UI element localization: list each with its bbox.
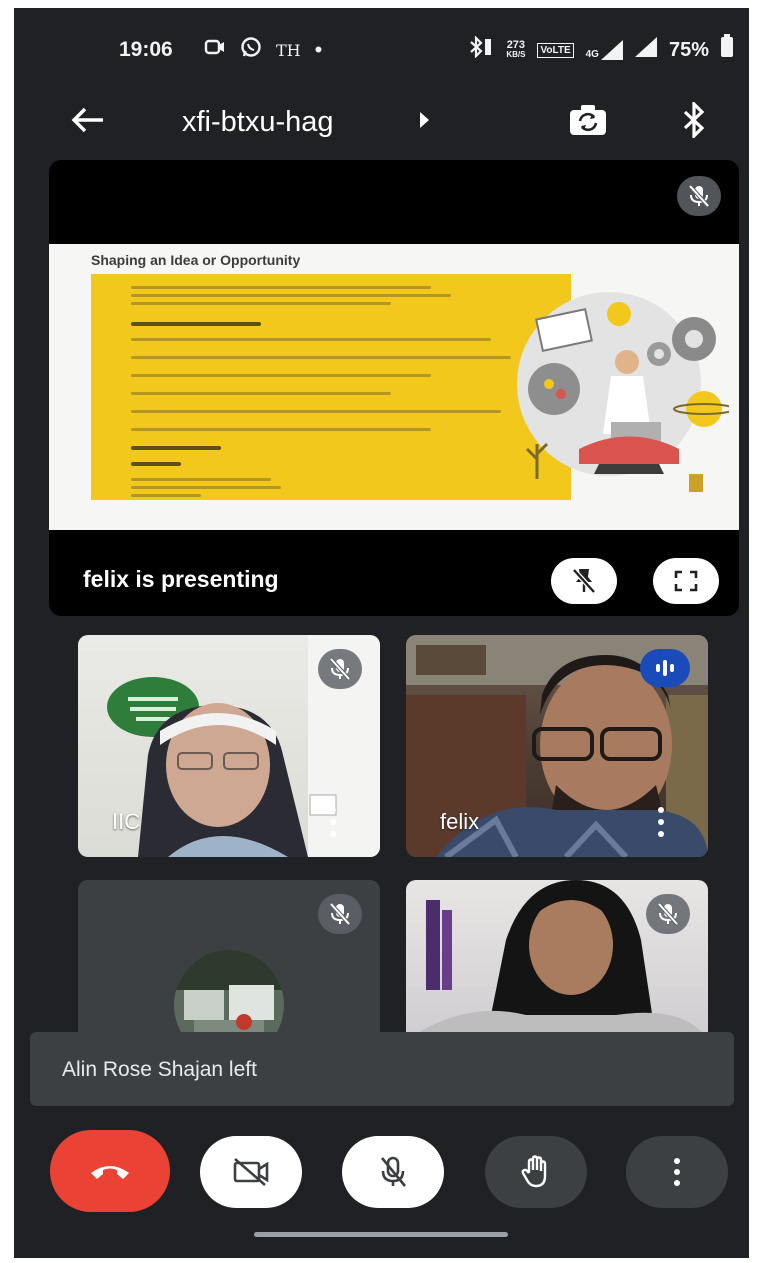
participant-muted-badge [646, 894, 690, 934]
mic-off-icon [380, 1156, 407, 1187]
meeting-details-arrow-icon[interactable] [420, 112, 429, 128]
dot-icon: • [314, 37, 323, 62]
whatsapp-icon [240, 36, 262, 64]
avatar [174, 950, 284, 1040]
presenting-label: felix is presenting [83, 566, 279, 592]
unpin-icon [572, 568, 596, 594]
more-options-icon [674, 1158, 680, 1186]
slide-illustration [517, 292, 729, 499]
raise-hand-button[interactable] [485, 1136, 587, 1208]
arrow-back-icon [71, 107, 103, 133]
participant-more-button[interactable] [328, 807, 338, 837]
participant-muted-badge [318, 649, 362, 689]
camera-toggle-button[interactable] [200, 1136, 302, 1208]
fullscreen-icon [674, 570, 698, 592]
bluetooth-vibrate-icon [468, 35, 494, 64]
shared-slide: Shaping an Idea or Opportunity [49, 244, 739, 530]
participant-name: felix [440, 809, 480, 834]
battery-text: 75% [668, 38, 709, 61]
meeting-code[interactable]: xfi-btxu-hag [182, 106, 334, 139]
status-notification-icons: TH • [204, 36, 322, 64]
end-call-button[interactable] [50, 1130, 170, 1212]
mic-off-icon [329, 902, 351, 926]
more-options-button[interactable] [626, 1136, 728, 1208]
raise-hand-icon [521, 1155, 547, 1188]
switch-camera-icon [570, 105, 606, 135]
presentation-tile[interactable]: Shaping an Idea or Opportunity felix is … [49, 160, 739, 616]
battery-icon [721, 34, 733, 63]
mic-off-icon [657, 902, 679, 926]
call-controls [14, 1120, 749, 1220]
mic-off-icon [329, 657, 351, 681]
speaking-indicator [640, 649, 690, 687]
status-bar: 19:06 TH • 273 KB/S VoLTE 4G 75% [14, 8, 749, 88]
meet-app-screen: 19:06 TH • 273 KB/S VoLTE 4G 75% xfi-btx… [14, 8, 749, 1258]
volte-icon: VoLTE [537, 42, 574, 58]
network-speed: 273 KB/S [506, 39, 526, 60]
participant-tile-avatar[interactable] [78, 880, 380, 1040]
slide-title: Shaping an Idea or Opportunity [91, 252, 301, 268]
mic-toggle-button[interactable] [342, 1136, 444, 1208]
unpin-button[interactable] [551, 558, 617, 604]
screen-record-icon [204, 38, 226, 62]
signal-icon [634, 37, 657, 63]
participant-tile-iic[interactable]: IIC [78, 635, 380, 857]
participant-muted-badge [318, 894, 362, 934]
signal-4g-icon: 4G [586, 40, 623, 60]
toast-message: Alin Rose Shajan left [62, 1058, 257, 1081]
fullscreen-button[interactable] [653, 558, 719, 604]
end-call-icon [91, 1166, 129, 1179]
back-button[interactable] [66, 98, 110, 142]
call-top-bar: xfi-btxu-hag [14, 88, 749, 158]
status-time: 19:06 [119, 38, 173, 61]
presentation-muted-badge [677, 176, 721, 216]
mic-off-icon [688, 184, 710, 208]
switch-camera-button[interactable] [564, 96, 612, 144]
participant-tile-woman[interactable] [406, 880, 708, 1040]
participant-more-button[interactable] [656, 807, 666, 837]
th-icon: TH [276, 40, 301, 60]
status-system-icons: 273 KB/S VoLTE 4G 75% [468, 34, 733, 64]
participant-name: IIC [112, 809, 141, 834]
bluetooth-icon [683, 102, 705, 138]
participant-left-toast: Alin Rose Shajan left [30, 1032, 734, 1106]
participant-tile-felix[interactable]: felix [406, 635, 708, 857]
gesture-home-bar[interactable] [254, 1232, 508, 1237]
audio-output-button[interactable] [670, 96, 718, 144]
camera-off-icon [233, 1158, 269, 1186]
